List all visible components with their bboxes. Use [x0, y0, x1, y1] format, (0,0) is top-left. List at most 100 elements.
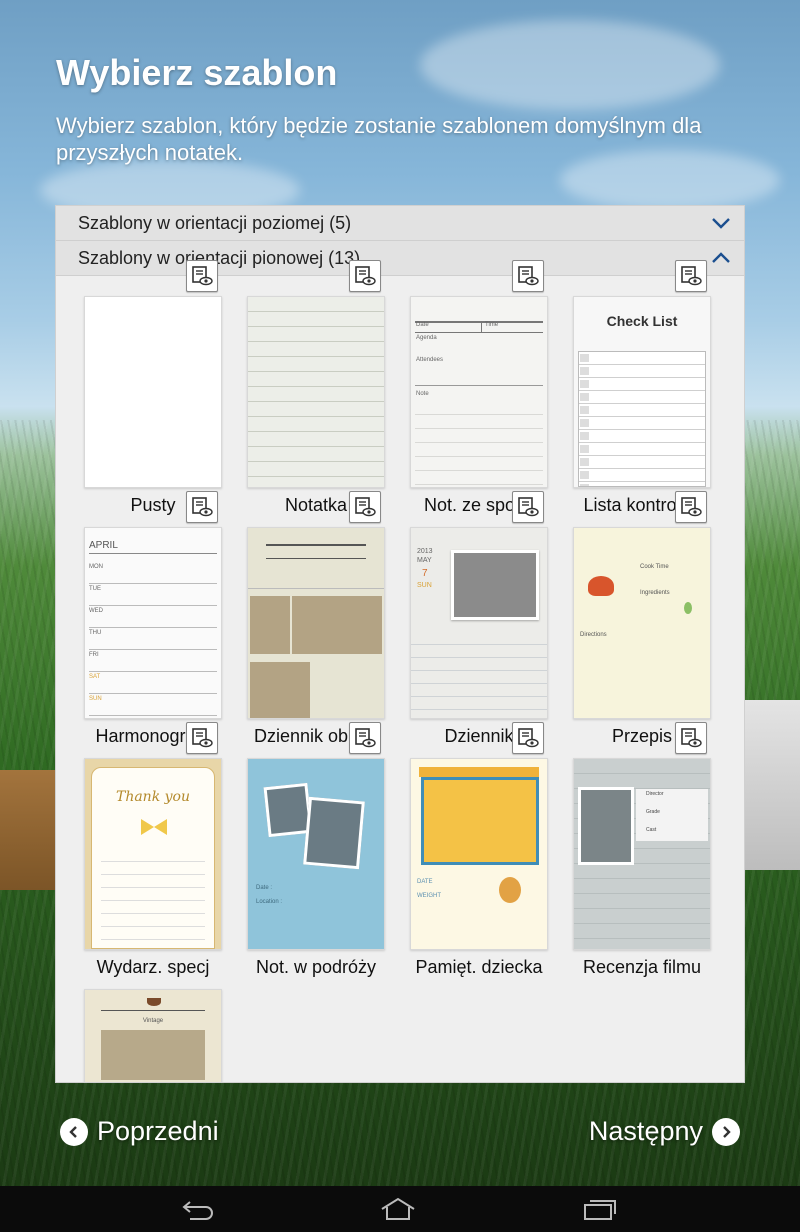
template-thumbnail: DATE WEIGHT	[410, 758, 548, 950]
schedule-month: APRIL	[89, 540, 118, 551]
preview-button[interactable]	[349, 722, 381, 754]
preview-icon	[681, 266, 702, 286]
travel-location: Location :	[256, 899, 283, 905]
schedule-day-row: SAT	[89, 672, 217, 694]
back-button[interactable]	[178, 1195, 218, 1223]
schedule-day-label: THU	[89, 630, 102, 636]
page-title: Wybierz szablon	[56, 52, 338, 93]
previous-button[interactable]: Poprzedni	[60, 1116, 219, 1147]
template-thumbnail: Date Time Agenda Attendees Note	[410, 296, 548, 488]
preview-icon	[681, 728, 702, 748]
template-label: Pamięt. dziecka	[415, 957, 543, 977]
schedule-day-row: THU	[89, 628, 217, 650]
meeting-note-label: Note	[416, 391, 429, 397]
template-thumbnail	[84, 296, 222, 488]
preview-icon	[518, 497, 539, 517]
page-subtitle: Wybierz szablon, który będzie zostanie s…	[56, 113, 702, 165]
template-label: Recenzja filmu	[582, 957, 702, 977]
preview-button[interactable]	[675, 491, 707, 523]
recent-apps-button[interactable]	[580, 1195, 620, 1223]
schedule-day-row: TUE	[89, 584, 217, 606]
section-portrait-header[interactable]: Szablony w orientacji pionowej (13)	[56, 241, 744, 276]
chevron-up-icon	[712, 252, 730, 263]
home-icon	[381, 1197, 415, 1220]
preview-icon	[681, 497, 702, 517]
recent-apps-icon	[584, 1200, 616, 1220]
baby-date: DATE	[417, 879, 433, 885]
chevron-down-icon	[712, 218, 730, 229]
template-thumbnail	[247, 527, 385, 719]
preview-icon	[355, 728, 376, 748]
template-thumbnail: Director Grade Cast	[573, 758, 711, 950]
section-portrait-label: Szablony w orientacji pionowej (13)	[78, 247, 361, 268]
movie-cast: Cast	[646, 827, 657, 833]
schedule-day-label: SAT	[89, 674, 101, 680]
diary-day: 7	[422, 568, 428, 579]
preview-button[interactable]	[349, 260, 381, 292]
recipe-directions: Directions	[580, 632, 607, 638]
schedule-day-label: WED	[89, 608, 103, 614]
schedule-day-row: FRI	[89, 650, 217, 672]
travel-date: Date :	[256, 885, 273, 891]
schedule-day-row: WED	[89, 606, 217, 628]
schedule-day-label: TUE	[89, 586, 101, 592]
home-button[interactable]	[378, 1195, 418, 1223]
meeting-agenda-label: Agenda	[416, 335, 437, 341]
preview-icon	[518, 728, 539, 748]
next-label: Następny	[588, 1116, 703, 1146]
event-text: Thank you	[115, 789, 190, 805]
recipe-ingredients: Ingredients	[640, 590, 670, 596]
preview-icon	[192, 497, 213, 517]
movie-grade: Grade	[646, 809, 660, 815]
schedule-day-row: MON	[89, 562, 217, 584]
section-landscape-header[interactable]: Szablony w orientacji poziomej (5)	[56, 206, 744, 241]
schedule-days: MON TUE WED THU FRI SAT SUN	[89, 562, 217, 716]
schedule-day-label: FRI	[89, 652, 99, 658]
preview-button[interactable]	[512, 260, 544, 292]
schedule-day-label: MON	[89, 564, 103, 570]
template-thumbnail: Check List	[573, 296, 711, 488]
recipe-cook-time: Cook Time	[640, 564, 669, 570]
preview-icon	[355, 266, 376, 286]
template-thumbnail: Date : Location :	[247, 758, 385, 950]
preview-icon	[192, 266, 213, 286]
preview-button[interactable]	[349, 491, 381, 523]
preview-button[interactable]	[675, 722, 707, 754]
chevron-left-icon	[60, 1117, 88, 1146]
background-book	[744, 700, 800, 870]
checklist-title: Check List	[606, 313, 678, 329]
template-panel: Szablony w orientacji poziomej (5) Szabl…	[55, 205, 745, 1083]
preview-icon	[192, 728, 213, 748]
system-nav-bar	[0, 1186, 800, 1232]
preview-button[interactable]	[675, 260, 707, 292]
preview-button[interactable]	[512, 491, 544, 523]
preview-button[interactable]	[186, 722, 218, 754]
template-thumbnail: Vintage	[84, 989, 222, 1082]
template-label: Wydarz. specj	[96, 957, 210, 977]
preview-icon	[355, 497, 376, 517]
diary-month: MAY	[417, 557, 432, 564]
chevron-right-icon	[712, 1117, 740, 1146]
meeting-date-label: Date	[416, 322, 429, 328]
template-thumbnail	[247, 296, 385, 488]
schedule-day-row: SUN	[89, 694, 217, 716]
next-button[interactable]: Następny	[589, 1116, 740, 1147]
vintage-title: Vintage	[142, 1018, 164, 1024]
diary-year: 2013	[417, 548, 433, 555]
meeting-time-label: Time	[485, 322, 499, 328]
template-label: Not. w podróży	[255, 957, 377, 977]
template-thumbnail: APRIL MON TUE WED THU FRI SAT SUN	[84, 527, 222, 719]
meeting-attendees-label: Attendees	[416, 357, 444, 363]
movie-director: Director	[646, 791, 664, 797]
preview-icon	[518, 266, 539, 286]
template-thumbnail: 2013 MAY 7 SUN	[410, 527, 548, 719]
schedule-day-label: SUN	[89, 696, 102, 702]
previous-label: Poprzedni	[97, 1116, 219, 1146]
background-book	[0, 770, 56, 890]
template-thumbnail: Thank you	[84, 758, 222, 950]
preview-button[interactable]	[512, 722, 544, 754]
background-cloud	[420, 20, 720, 110]
preview-button[interactable]	[186, 491, 218, 523]
baby-weight: WEIGHT	[417, 893, 441, 899]
preview-button[interactable]	[186, 260, 218, 292]
